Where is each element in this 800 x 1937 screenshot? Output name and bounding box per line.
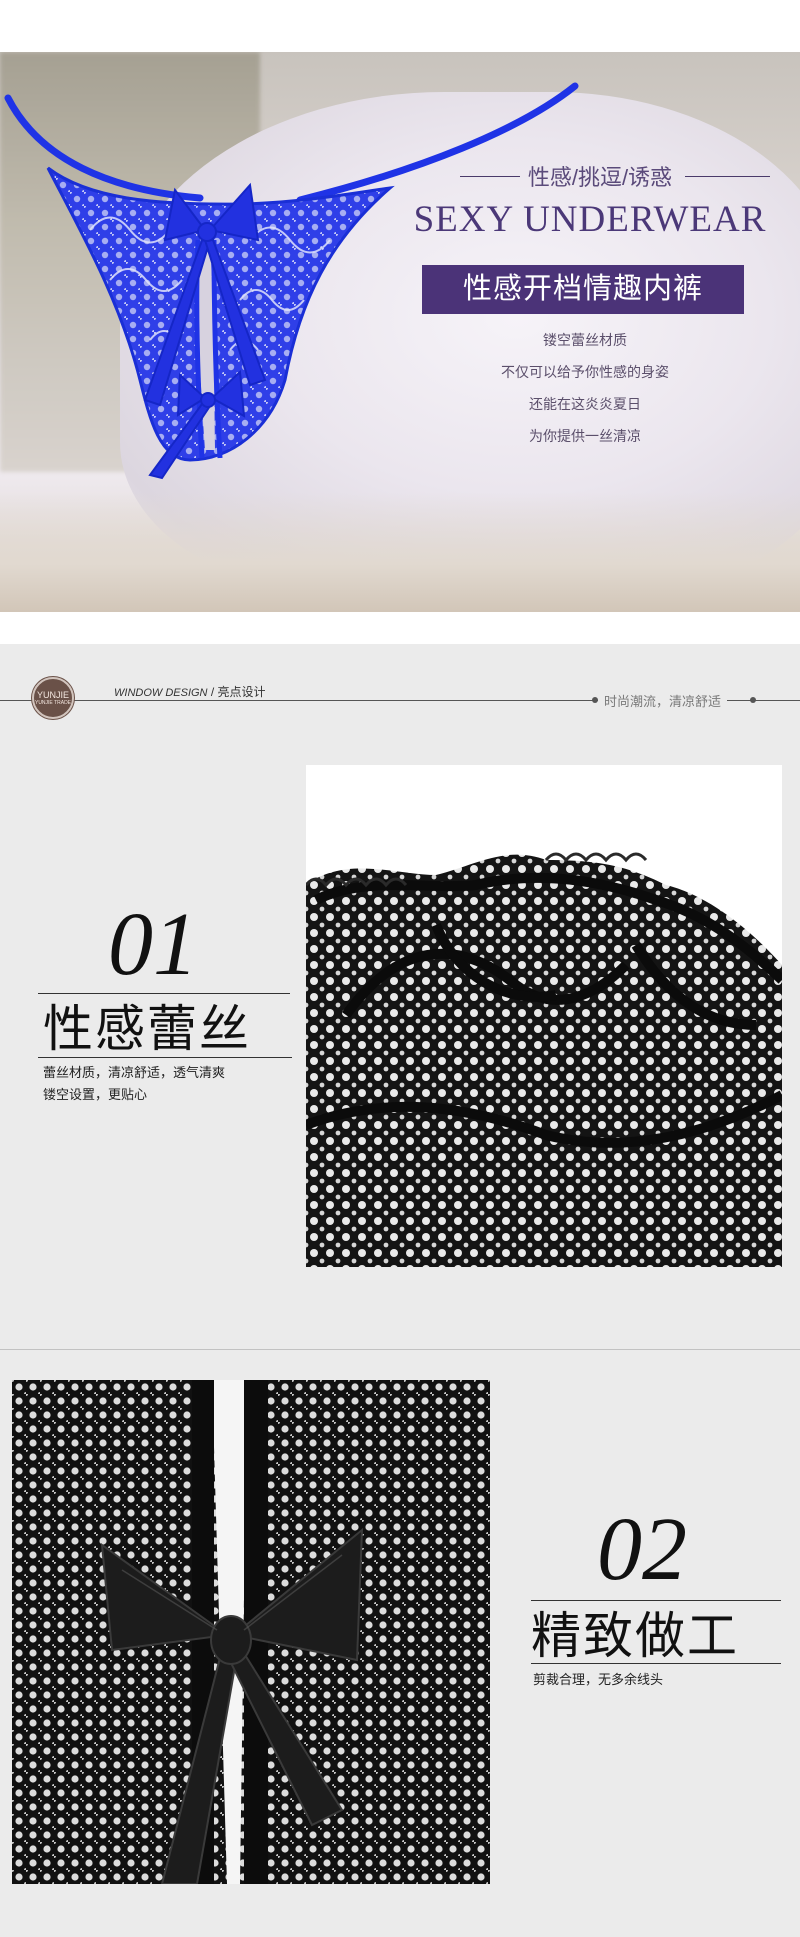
feature-2-title: 精致做工 — [531, 1608, 739, 1664]
feature-2-desc-line: 剪裁合理，无多余线头 — [533, 1672, 664, 1687]
feature-1-line-top — [38, 993, 290, 994]
feature-1-title: 性感蕾丝 — [43, 1001, 251, 1057]
feature-1-photo-lace-closeup — [306, 765, 782, 1267]
feature-2-photo-bow-closeup — [12, 1380, 490, 1884]
section-label: WINDOW DESIGN / 亮点设计 — [110, 683, 270, 700]
hero-kicker-row: 性感/挑逗/诱惑 — [395, 160, 785, 190]
feature-2-line-bottom — [531, 1663, 781, 1664]
kicker-line-right — [685, 176, 770, 177]
feature-2-line-top — [531, 1600, 781, 1601]
feature-1-desc-line: 镂空设置，更贴心 — [43, 1087, 148, 1102]
section-dot-right — [750, 697, 756, 703]
brand-logo-subtext: YUNJIE TRADE — [34, 700, 72, 706]
top-white-strip — [0, 0, 800, 52]
hero-desc-line: 镂空蕾丝材质 — [543, 332, 627, 348]
hero-title: SEXY UNDERWEAR — [413, 199, 767, 240]
feature-1-desc-line: 蕾丝材质，清凉舒适，透气清爽 — [43, 1065, 226, 1080]
hero-desc-line: 还能在这炎炎夏日 — [529, 396, 641, 412]
brand-logo-text: YUNJIE — [36, 690, 69, 700]
hero-kicker: 性感/挑逗/诱惑 — [527, 165, 673, 190]
hero-desc-line: 不仅可以给予你性感的身姿 — [501, 364, 669, 380]
hero-background-floor — [0, 492, 800, 612]
section-label-cn: / 亮点设计 — [210, 685, 266, 699]
section-divider — [0, 1349, 800, 1350]
section-label-en: WINDOW DESIGN — [114, 687, 208, 699]
feature-1-number: 01 — [108, 895, 198, 994]
hero-badge: 性感开档情趣内裤 — [422, 265, 744, 314]
brand-logo: YUNJIE YUNJIE TRADE — [32, 677, 74, 719]
hero-bottom-white-strip — [0, 612, 800, 644]
feature-1-line-bottom — [38, 1057, 292, 1058]
feature-2-number: 02 — [597, 1500, 687, 1599]
section-tagline: 时尚潮流，清凉舒适 — [598, 691, 728, 710]
hero-desc-line: 为你提供一丝清凉 — [529, 428, 641, 444]
